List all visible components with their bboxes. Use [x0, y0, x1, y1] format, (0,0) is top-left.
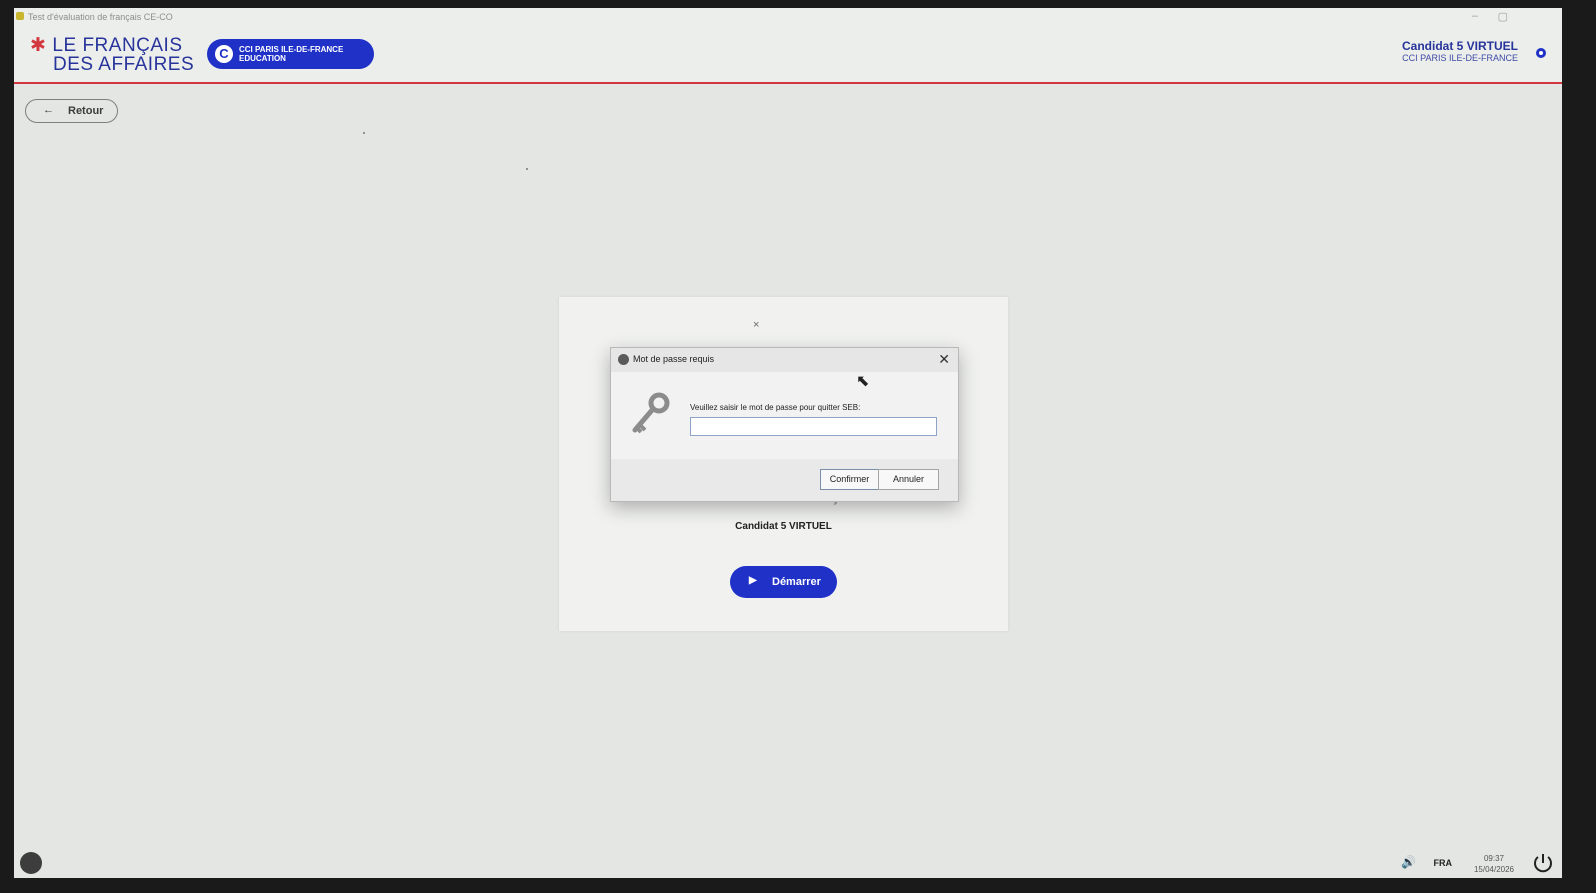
back-button-label: Retour [68, 105, 104, 117]
badge-line-1: CCI PARIS ILE-DE-FRANCE [239, 45, 344, 54]
restore-icon[interactable]: ▢ [1498, 10, 1508, 23]
cci-education-badge: C CCI PARIS ILE-DE-FRANCE EDUCATION [207, 39, 374, 69]
play-icon: ▶ [749, 575, 757, 586]
key-icon [632, 392, 670, 434]
logo-star-icon: ✱ [30, 35, 47, 56]
card-candidate-name: Candidat 5 VIRTUEL [735, 521, 832, 532]
window-title: Test d'évaluation de français CE-CO [28, 12, 173, 22]
app-icon [16, 12, 24, 20]
cci-logo-icon: C [215, 45, 233, 63]
seb-icon [618, 354, 629, 365]
app-header: ✱ LE FRANÇAIS DES AFFAIRES C CCI PARIS IL… [14, 26, 1562, 84]
start-button-label: Démarrer [772, 576, 821, 588]
badge-line-2: EDUCATION [239, 54, 286, 63]
candidate-info: Candidat 5 VIRTUEL CCI PARIS ILE-DE-FRAN… [1402, 39, 1518, 63]
minimize-icon[interactable]: – [1472, 10, 1478, 22]
user-menu-icon[interactable] [1536, 48, 1546, 58]
start-button[interactable]: ▶ Démarrer [730, 566, 837, 598]
speck [363, 132, 365, 134]
mouse-cursor-icon: ⬉ [856, 373, 870, 390]
speck [526, 168, 528, 170]
arrow-left-icon: ← [43, 104, 54, 116]
cancel-button[interactable]: Annuler [878, 469, 939, 490]
confirm-button[interactable]: Confirmer [820, 469, 879, 490]
language-indicator[interactable]: FRA [1434, 858, 1453, 868]
logo-line-2: DES AFFAIRES [53, 54, 195, 75]
screen: Test d'évaluation de français CE-CO – ▢ … [14, 8, 1562, 878]
logo-le-francais-des-affaires: ✱ LE FRANÇAIS DES AFFAIRES [30, 36, 194, 74]
window-titlebar: Test d'évaluation de français CE-CO – ▢ [14, 8, 1562, 26]
dialog-titlebar: Mot de passe requis ✕ [611, 348, 958, 372]
dialog-title: Mot de passe requis [633, 354, 715, 364]
clock[interactable]: 09:37 15/04/2026 [1474, 853, 1514, 875]
logo-line-1: LE FRANÇAIS [52, 35, 183, 56]
volume-icon[interactable]: 🔊 [1401, 855, 1416, 869]
power-icon[interactable] [1532, 852, 1554, 874]
password-prompt: Veuillez saisir le mot de passe pour qui… [690, 403, 861, 412]
password-dialog: Mot de passe requis ✕ Veuillez saisir le… [610, 347, 959, 502]
password-input[interactable] [690, 417, 937, 436]
back-button[interactable]: ← Retour [25, 99, 118, 123]
taskbar: 🔊 FRA 09:37 15/04/2026 [14, 848, 1562, 878]
dialog-footer: Confirmer Annuler [611, 459, 958, 501]
candidate-organization: CCI PARIS ILE-DE-FRANCE [1402, 53, 1518, 63]
clock-time: 09:37 [1483, 854, 1504, 863]
start-menu-icon[interactable] [20, 852, 42, 874]
clock-date: 15/04/2026 [1473, 865, 1514, 874]
candidate-name: Candidat 5 VIRTUEL [1401, 39, 1518, 53]
dialog-close-icon[interactable]: ✕ [938, 351, 950, 368]
card-close-icon[interactable]: × [753, 319, 759, 331]
